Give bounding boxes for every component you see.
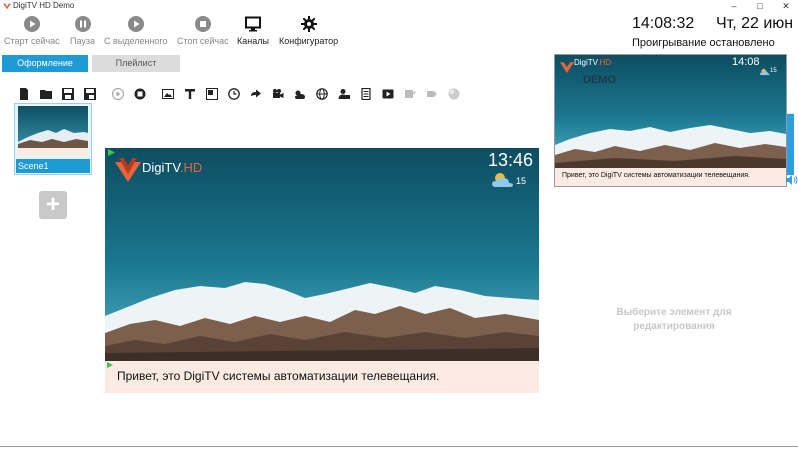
minimize-button[interactable]: – xyxy=(722,0,746,13)
image-icon[interactable] xyxy=(162,88,174,100)
anchor-marker-icon xyxy=(108,149,115,156)
play-from-selected-label: С выделенного xyxy=(104,36,168,46)
scene-thumbnail-image xyxy=(18,106,88,155)
configurator-label: Конфигуратор xyxy=(279,36,339,46)
preview-brand-name: DigiTV.HD xyxy=(574,58,611,67)
sphere-disabled-icon[interactable] xyxy=(448,88,460,100)
save-icon[interactable] xyxy=(62,88,74,100)
preview-ticker-bar: Привет, это DigiTV системы автоматизации… xyxy=(555,168,786,186)
arrow-icon[interactable] xyxy=(250,88,262,100)
current-time: 14:08:32 xyxy=(632,15,695,32)
weather-icon[interactable] xyxy=(294,88,306,100)
play-from-selected-button[interactable]: С выделенного xyxy=(104,16,168,46)
clock-icon[interactable] xyxy=(228,88,240,100)
brand-name: DigiTV.HD xyxy=(142,160,202,175)
video-camera-icon[interactable] xyxy=(272,88,284,100)
scene-canvas[interactable]: DigiTV.HD 13:46 15 Привет, это DigiTV си… xyxy=(105,148,539,393)
plus-icon: + xyxy=(39,191,67,219)
globe-icon[interactable] xyxy=(316,88,328,100)
background-image xyxy=(105,148,539,361)
properties-hint: Выберите элемент для редактирования xyxy=(616,307,732,332)
canvas-temperature: 15 xyxy=(516,176,527,186)
play-circle-icon xyxy=(23,16,40,32)
document-icon[interactable] xyxy=(360,88,372,100)
title-bar: DigiTV HD Demo – □ ✕ xyxy=(0,0,798,13)
youtube-icon[interactable] xyxy=(382,88,394,100)
stop-now-button[interactable]: Стоп сейчас xyxy=(177,16,229,46)
tab-design[interactable]: Оформление xyxy=(2,55,88,72)
close-button[interactable]: ✕ xyxy=(774,0,798,13)
scene-label: Scene1 xyxy=(16,159,90,173)
scene-thumbnail xyxy=(18,106,88,155)
preview-temperature: 15 xyxy=(770,68,777,74)
tag-disabled-icon[interactable] xyxy=(426,88,438,100)
app-logo-icon xyxy=(3,3,11,10)
preview-weather-icon xyxy=(760,68,770,76)
gear-icon xyxy=(300,16,317,32)
weather-icon xyxy=(492,173,513,187)
play-preview-icon[interactable] xyxy=(112,88,124,100)
pause-circle-icon xyxy=(74,16,91,32)
anchor-marker-icon xyxy=(107,362,113,368)
stop-now-label: Стоп сейчас xyxy=(177,36,229,46)
text-icon[interactable] xyxy=(184,88,196,100)
play-circle-icon xyxy=(127,16,144,32)
stop-circle-icon xyxy=(194,16,211,32)
start-now-label: Старт сейчас xyxy=(4,36,60,46)
preview-clock: 14:08 xyxy=(732,56,760,68)
volume-level-fill xyxy=(787,114,794,175)
brand-logo-icon xyxy=(560,62,574,73)
output-preview: DigiTV.HD DEMO 14:08 15 Привет, это Digi… xyxy=(554,54,787,187)
pause-button[interactable]: Пауза xyxy=(70,16,95,46)
channels-button[interactable]: Каналы xyxy=(237,16,269,46)
media-frame-icon[interactable] xyxy=(206,88,218,100)
channels-label: Каналы xyxy=(237,36,269,46)
canvas-clock: 13:46 xyxy=(488,150,534,170)
monitor-icon xyxy=(244,16,261,32)
brand-main: DigiTV xyxy=(142,160,180,175)
start-now-button[interactable]: Старт сейчас xyxy=(4,16,60,46)
configurator-button[interactable]: Конфигуратор xyxy=(279,16,338,46)
playback-status: Проигрывание остановлено xyxy=(632,37,775,49)
scene-card[interactable]: Scene1 xyxy=(14,103,92,175)
ticker-text: Привет, это DigiTV системы автоматизации… xyxy=(117,369,440,383)
new-file-icon[interactable] xyxy=(18,88,30,100)
preview-brand-hd: .HD xyxy=(597,58,612,67)
preview-ticker-text: Привет, это DigiTV системы автоматизации… xyxy=(562,172,750,179)
user-card-icon[interactable] xyxy=(338,88,350,100)
save-as-icon[interactable] xyxy=(84,88,96,100)
window-title: DigiTV HD Demo xyxy=(13,1,75,10)
edit-disabled-icon[interactable] xyxy=(404,88,416,100)
open-folder-icon[interactable] xyxy=(40,88,52,100)
preview-brand-main: DigiTV xyxy=(574,58,598,67)
current-date: Чт, 22 июн xyxy=(716,15,794,32)
stop-preview-icon[interactable] xyxy=(134,88,146,100)
ticker-bar[interactable]: Привет, это DigiTV системы автоматизации… xyxy=(105,361,539,393)
speaker-icon[interactable] xyxy=(786,175,798,185)
demo-watermark: DEMO xyxy=(583,74,616,86)
preview-background-image xyxy=(555,55,786,168)
brand-logo-icon xyxy=(115,158,141,182)
maximize-button[interactable]: □ xyxy=(748,0,772,13)
bottom-divider xyxy=(0,446,798,447)
add-scene-button[interactable]: + xyxy=(15,176,89,234)
pause-label: Пауза xyxy=(70,36,96,46)
tab-playlist[interactable]: Плейлист xyxy=(92,55,180,72)
brand-hd: .HD xyxy=(179,160,203,175)
